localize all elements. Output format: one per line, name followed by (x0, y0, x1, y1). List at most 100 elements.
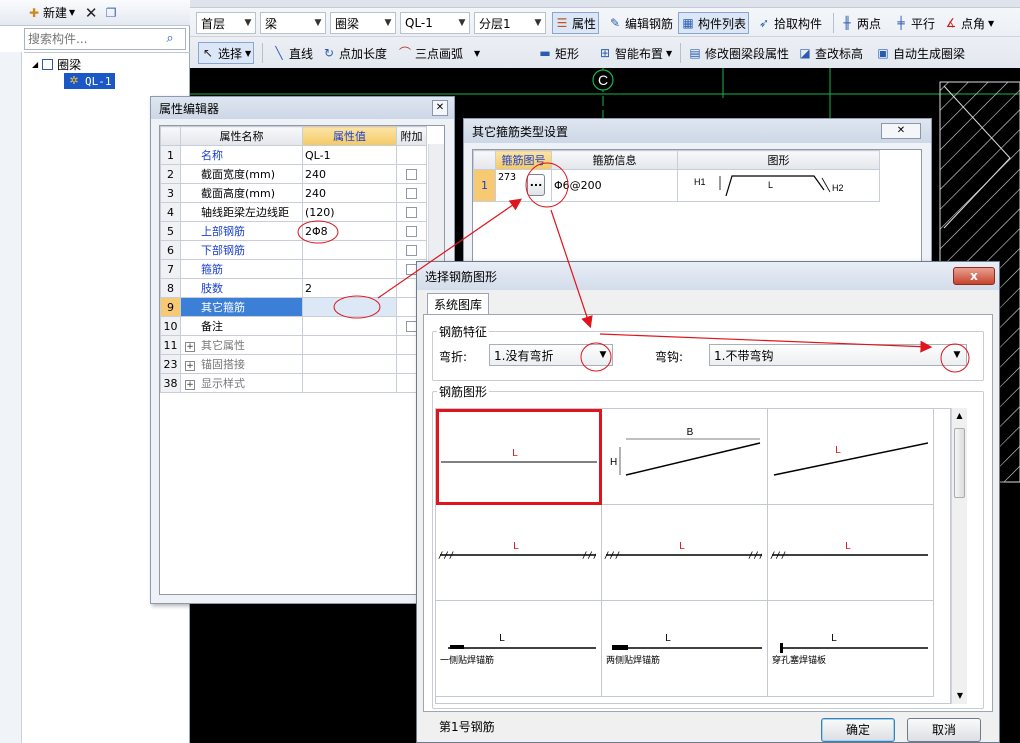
point-length-button[interactable]: ↻ 点加长度 (320, 42, 389, 64)
ok-button[interactable]: 确定 (821, 718, 895, 742)
chevron-down-icon[interactable]: ▼ (948, 345, 966, 365)
chevron-down-icon[interactable]: ▼ (381, 13, 395, 33)
property-button[interactable]: ☰ 属性 (552, 12, 600, 34)
auto-generate-button[interactable]: ▣ 自动生成圈梁 (874, 42, 967, 64)
property-editor-titlebar[interactable]: 属性编辑器 ✕ (151, 97, 454, 119)
scroll-thumb[interactable] (954, 428, 965, 498)
component-list-button[interactable]: ▦ 构件列表 (678, 12, 750, 34)
point-angle-button[interactable]: ∡ 点角 ▼ (942, 12, 996, 34)
property-value-cell[interactable] (302, 240, 397, 260)
chevron-down-icon[interactable]: ▼ (241, 13, 255, 33)
expand-plus-icon[interactable]: + (185, 361, 195, 371)
pick-component-button[interactable]: ➶ 拾取构件 (755, 12, 824, 34)
property-row[interactable]: 4 轴线距梁左边线距 (120) (160, 202, 427, 222)
edit-rebar-button[interactable]: ✎ 编辑钢筋 (606, 12, 675, 34)
shape-grid-scrollbar[interactable]: ▲ ▼ (951, 408, 967, 704)
scroll-up-icon[interactable]: ▲ (952, 408, 967, 424)
property-row[interactable]: 10 备注 (160, 316, 427, 336)
rectangle-button[interactable]: ▬ 矩形 (536, 42, 581, 64)
close-icon[interactable]: ✕ (432, 100, 448, 116)
property-value-cell[interactable]: QL-1 (302, 145, 397, 165)
shape-number-cell[interactable]: 273 ... (495, 169, 552, 202)
new-button[interactable]: ✚ 新建 ▼ (24, 3, 78, 23)
property-row[interactable]: 8 肢数 2 (160, 278, 427, 298)
property-value-cell[interactable] (302, 335, 397, 355)
chevron-down-icon[interactable]: ▼ (245, 49, 251, 58)
tree-node-ql1[interactable]: ✲ QL-1 (64, 73, 115, 89)
three-point-arc-button[interactable]: ⌒ 三点画弧 ▼ (396, 42, 482, 64)
copy-icon[interactable]: ❐ (104, 6, 118, 20)
tree-node-ring-beam[interactable]: ◢ 圈梁 (32, 56, 81, 72)
smart-layout-button[interactable]: ⊞ 智能布置 ▼ (596, 42, 674, 64)
property-value-cell[interactable] (302, 373, 397, 393)
chevron-down-icon[interactable]: ▼ (531, 13, 545, 33)
close-icon[interactable]: x (953, 267, 995, 285)
type-combo[interactable]: 圈梁 ▼ (330, 12, 396, 34)
property-value-cell[interactable] (302, 316, 397, 336)
delete-icon[interactable]: ✕ (84, 5, 98, 20)
two-points-button[interactable]: ╫ 两点 (838, 12, 883, 34)
line-button[interactable]: ╲ 直线 (270, 42, 315, 64)
property-value-cell[interactable]: 2Φ8 (302, 221, 397, 241)
extra-checkbox[interactable] (406, 245, 417, 256)
category-combo[interactable]: 梁 ▼ (260, 12, 326, 34)
property-row[interactable]: 3 截面高度(mm) 240 (160, 183, 427, 203)
chevron-down-icon[interactable]: ▼ (594, 345, 612, 365)
extra-checkbox[interactable] (406, 207, 417, 218)
select-button[interactable]: ↖ 选择 ▼ (198, 42, 255, 64)
scroll-down-icon[interactable]: ▼ (952, 688, 968, 704)
property-value-cell[interactable]: 240 (302, 164, 397, 184)
floor-combo[interactable]: 首层 ▼ (196, 12, 256, 34)
rebar-shape-cell[interactable]: L 两侧贴焊锚筋 (602, 601, 768, 697)
stirrup-info-cell[interactable]: Φ6@200 (551, 169, 678, 202)
property-row[interactable]: 7 箍筋 (160, 259, 427, 279)
rebar-shape-cell[interactable]: L (768, 409, 934, 505)
bend-select[interactable]: 1.没有弯折 ▼ (489, 344, 613, 366)
select-rebar-shape-titlebar[interactable]: 选择钢筋图形 x (417, 262, 999, 290)
property-value-cell[interactable]: 2 (302, 278, 397, 298)
rebar-shape-cell[interactable]: L 穿孔塞焊锚板 (768, 601, 934, 697)
property-row[interactable]: 1 名称 QL-1 (160, 145, 427, 165)
property-row[interactable]: 6 下部钢筋 (160, 240, 427, 260)
property-row[interactable]: 11 + 其它属性 (160, 335, 427, 355)
modify-elevation-button[interactable]: ◪ 查改标高 (796, 42, 865, 64)
chevron-down-icon[interactable]: ▼ (988, 19, 994, 28)
property-row[interactable]: 5 上部钢筋 2Φ8 (160, 221, 427, 241)
chevron-down-icon[interactable]: ▼ (666, 49, 672, 58)
chevron-down-icon[interactable]: ▼ (311, 13, 325, 33)
property-row[interactable]: 38 + 显示样式 (160, 373, 427, 393)
rebar-shape-cell[interactable]: L (436, 409, 602, 505)
property-value-cell[interactable]: 240 (302, 183, 397, 203)
search-input[interactable] (25, 29, 163, 49)
extra-checkbox[interactable] (406, 169, 417, 180)
modify-segment-button[interactable]: ▤ 修改圈梁段属性 (686, 42, 791, 64)
property-value-cell[interactable]: (120) (302, 202, 397, 222)
tab-system-library[interactable]: 系统图库 (427, 293, 490, 315)
rebar-shape-cell[interactable]: L 一侧贴焊锚筋 (436, 601, 602, 697)
property-row[interactable]: 2 截面宽度(mm) 240 (160, 164, 427, 184)
collapse-triangle-icon[interactable]: ◢ (32, 60, 38, 69)
rebar-shape-cell[interactable]: /// /// L (436, 505, 602, 601)
property-row[interactable]: 9 其它箍筋 (160, 297, 427, 317)
expand-plus-icon[interactable]: + (185, 380, 195, 390)
chevron-down-icon[interactable]: ▼ (455, 13, 469, 33)
component-search-box[interactable]: ⌕ (24, 28, 186, 50)
rebar-shape-cell[interactable]: /// L (768, 505, 934, 601)
expand-plus-icon[interactable]: + (185, 342, 195, 352)
rebar-shape-cell[interactable]: BH (602, 409, 768, 505)
property-value-cell[interactable] (302, 354, 397, 374)
property-value-cell[interactable] (302, 297, 397, 317)
close-icon[interactable]: ✕ (881, 123, 921, 139)
extra-checkbox[interactable] (406, 226, 417, 237)
layer-combo[interactable]: 分层1 ▼ (474, 12, 546, 34)
extra-checkbox[interactable] (406, 188, 417, 199)
search-icon[interactable]: ⌕ (163, 32, 177, 46)
parallel-button[interactable]: ╪ 平行 (892, 12, 937, 34)
ellipsis-button[interactable]: ... (527, 174, 545, 196)
cancel-button[interactable]: 取消 (907, 718, 981, 742)
chevron-down-icon[interactable]: ▼ (474, 49, 480, 58)
hook-select[interactable]: 1.不带弯钩 ▼ (709, 344, 967, 366)
property-value-cell[interactable] (302, 259, 397, 279)
rebar-shape-cell[interactable]: /// /// L (602, 505, 768, 601)
component-combo[interactable]: QL-1 ▼ (400, 12, 470, 34)
